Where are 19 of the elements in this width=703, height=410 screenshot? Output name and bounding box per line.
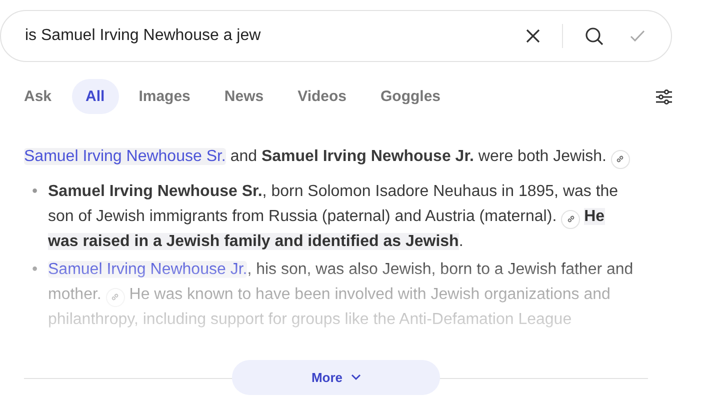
- tab[interactable]: Images: [124, 79, 204, 114]
- link[interactable]: Samuel Irving Newhouse Sr.: [24, 148, 226, 165]
- bullet-marker: •: [31, 182, 39, 202]
- chevron-icon: [350, 374, 361, 381]
- tab[interactable]: News: [210, 79, 278, 114]
- link[interactable]: Samuel Irving Newhouse Jr.: [48, 261, 248, 278]
- settings-icon[interactable]: [654, 86, 674, 106]
- tab[interactable]: All: [72, 79, 119, 114]
- more-button[interactable]: More: [232, 360, 440, 395]
- bullet-text: Samuel Irving Newhouse Sr., born Solomon Isadore Neuhaus in 1895, was the son of Jewish immigrants from Russia (paternal) and Austria (maternal). He was raised in a Jewish family and identified as Jewish.: [48, 182, 620, 252]
- citation-link-icon[interactable]: [561, 210, 580, 228]
- tab[interactable]: Goggles: [366, 79, 455, 114]
- citation-link-icon[interactable]: [610, 150, 630, 168]
- tab[interactable]: Videos: [284, 79, 361, 114]
- bullet-marker: •: [31, 260, 39, 280]
- answer-paragraph: Samuel Irving Newhouse Sr. and Samuel Irving Newhouse Jr. were both Jewish.: [24, 144, 638, 169]
- search-query: is Samuel Irving Newhouse a jew: [25, 27, 262, 45]
- search-field[interactable]: is Samuel Irving Newhouse a jew: [0, 10, 672, 62]
- tab[interactable]: Ask: [10, 79, 66, 114]
